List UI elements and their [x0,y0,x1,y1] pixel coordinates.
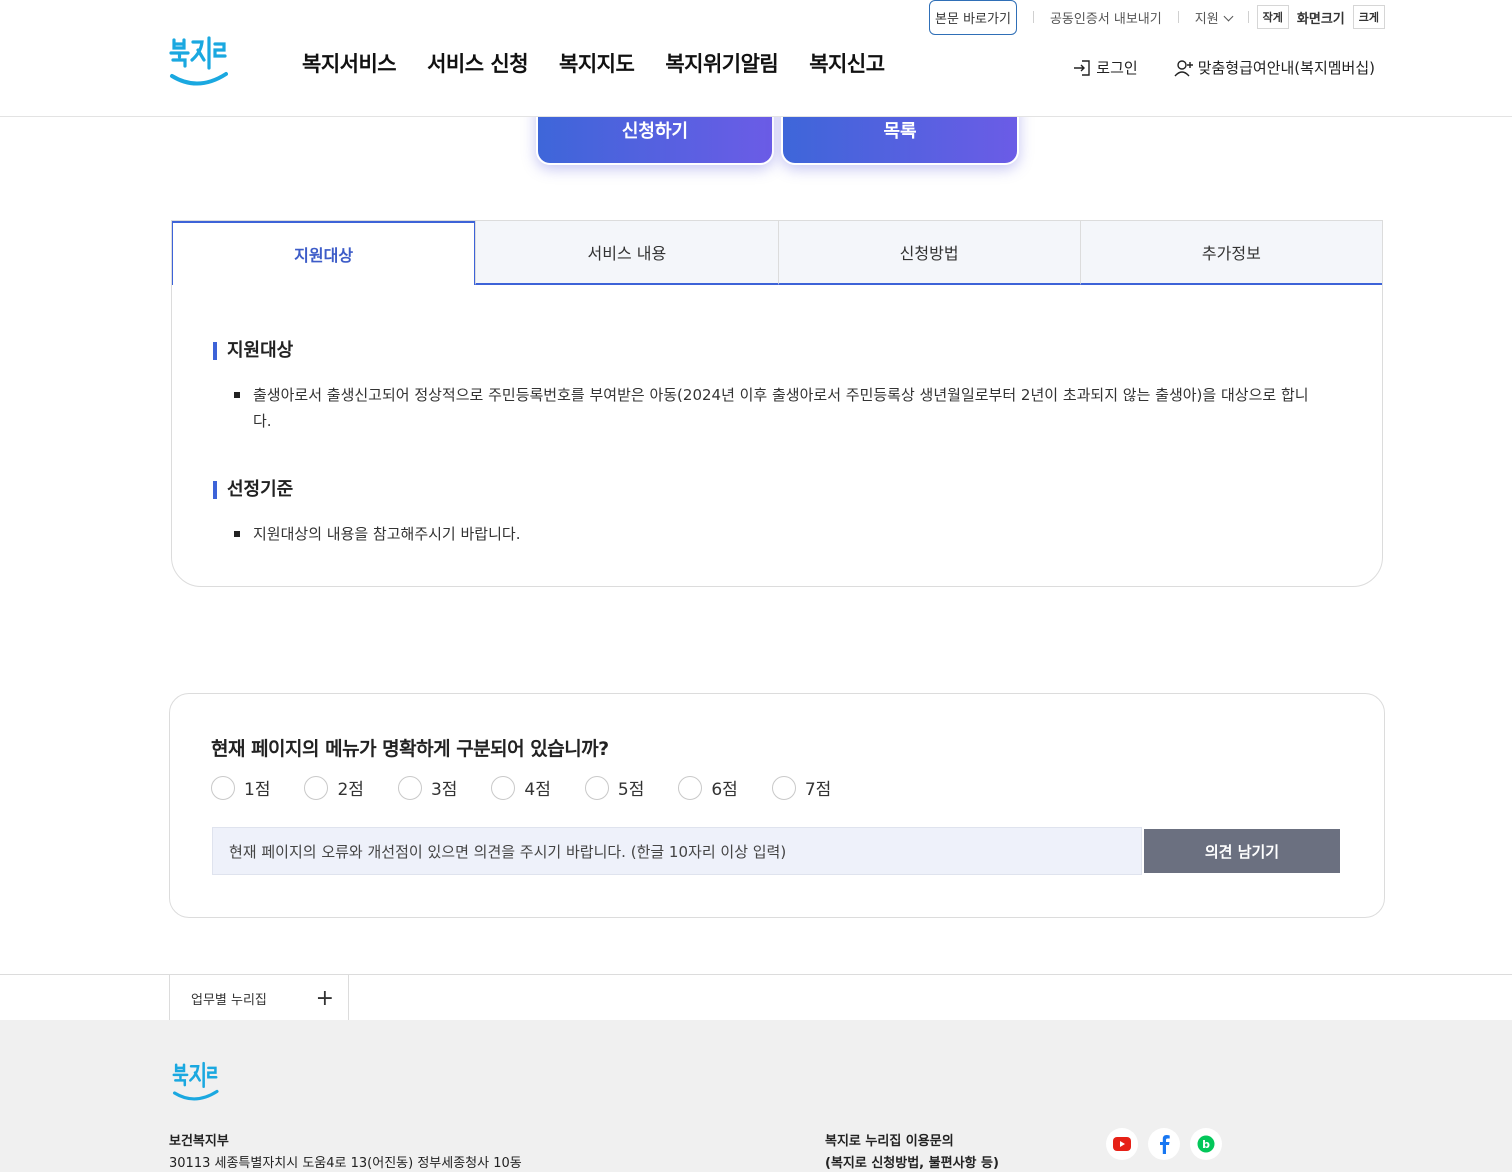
detail-tab-panel: 지원대상 서비스 내용 신청방법 추가정보 지원대상 출생아로서 출생신고되어 … [171,220,1383,587]
score-label: 6점 [711,780,738,800]
font-large-button[interactable]: 크게 [1352,5,1385,29]
radio-button[interactable] [304,775,329,800]
youtube-icon[interactable] [1106,1128,1138,1160]
skip-to-content-link[interactable]: 본문 바로가기 [929,0,1017,35]
font-small-button[interactable]: 작게 [1256,5,1289,29]
submit-opinion-button[interactable]: 의견 남기기 [1144,829,1340,873]
cert-export-link[interactable]: 공동인증서 내보내기 [1042,8,1170,27]
divider [1247,11,1249,23]
criteria-text: 지원대상의 내용을 참고해주시기 바랍니다. [234,521,1313,547]
membership-link[interactable]: 맞춤형급여안내(복지멤버십) [1174,57,1375,78]
related-sites-label: 업무별 누리집 [191,992,267,1008]
tab-service-content[interactable]: 서비스 내용 [475,221,778,285]
satisfaction-survey: 현재 페이지의 메뉴가 명확하게 구분되어 있습니까? 1점 2점 3점 4점 … [169,693,1385,918]
site-header: 본문 바로가기 공동인증서 내보내기 지원 작게 화면크기 크게 복지서비스 서… [0,0,1512,117]
opinion-input[interactable]: 현재 페이지의 오류와 개선점이 있으면 의견을 주시기 바랍니다. (한글 1… [212,827,1142,875]
support-dropdown[interactable]: 지원 [1187,8,1240,27]
org-name: 보건복지부 [169,1134,229,1149]
membership-label: 맞춤형급여안내(복지멤버십) [1197,59,1375,77]
tab-application-method[interactable]: 신청방법 [777,221,1080,285]
site-footer: 보건복지부 30113 세종특별자치시 도움4로 13(어진동) 정부세종청사 … [0,1020,1512,1172]
radio-button[interactable] [584,775,609,800]
header-account-area: 로그인 맞춤형급여안내(복지멤버십) [1072,57,1375,78]
radio-button[interactable] [397,775,422,800]
social-links: b [1106,1128,1222,1160]
score-option-3[interactable]: 3점 [397,775,458,800]
score-option-7[interactable]: 7점 [771,775,832,800]
score-label: 4점 [524,780,551,800]
login-link[interactable]: 로그인 [1072,57,1138,78]
score-label: 7점 [804,780,832,800]
utility-bar: 본문 바로가기 공동인증서 내보내기 지원 작게 화면크기 크게 [929,0,1385,35]
score-option-5[interactable]: 5점 [584,775,645,800]
related-sites-bar: 업무별 누리집 + [0,974,1512,1021]
section-title-eligibility: 지원대상 [213,342,293,360]
eligibility-text: 출생아로서 출생신고되어 정상적으로 주민등록번호를 부여받은 아동(2024년… [234,382,1313,434]
nav-service-application[interactable]: 서비스 신청 [427,48,528,78]
radio-button[interactable] [491,775,516,800]
blog-icon[interactable]: b [1190,1128,1222,1160]
svg-text:b: b [1202,1138,1210,1151]
support-label: 지원 [1194,11,1219,27]
radio-button[interactable] [678,775,703,800]
plus-icon: + [315,985,334,1011]
section-title-criteria: 선정기준 [213,481,293,499]
score-label: 3점 [430,780,458,800]
score-option-2[interactable]: 2점 [304,775,364,800]
radio-button[interactable] [211,775,235,800]
login-icon [1074,59,1090,76]
bokjiro-logo[interactable] [168,34,228,90]
nav-welfare-map[interactable]: 복지지도 [559,48,635,78]
radio-button[interactable] [771,775,796,800]
nav-welfare-report[interactable]: 복지신고 [809,48,885,78]
font-size-label: 화면크기 [1296,11,1345,27]
nav-welfare-crisis-alert[interactable]: 복지위기알림 [665,48,778,78]
divider [1032,11,1034,23]
tab-additional-info[interactable]: 추가정보 [1079,221,1382,285]
survey-question: 현재 페이지의 메뉴가 명확하게 구분되어 있습니까? [211,738,609,760]
facebook-icon[interactable] [1148,1128,1180,1160]
score-option-1[interactable]: 1점 [211,775,270,800]
user-add-icon [1174,59,1193,76]
score-option-6[interactable]: 6점 [678,775,738,800]
org-address: 30113 세종특별자치시 도움4로 13(어진동) 정부세종청사 10동 [169,1156,522,1171]
main-navigation: 복지서비스 서비스 신청 복지지도 복지위기알림 복지신고 [302,48,885,78]
score-label: 1점 [244,780,271,800]
login-label: 로그인 [1096,59,1138,77]
tab-list: 지원대상 서비스 내용 신청방법 추가정보 [172,221,1382,285]
score-option-4[interactable]: 4점 [491,775,551,800]
nav-welfare-services[interactable]: 복지서비스 [302,48,397,78]
divider [1177,11,1179,23]
chevron-down-icon [1223,11,1234,21]
related-sites-toggle[interactable]: 업무별 누리집 + [169,975,349,1021]
footer-logo [172,1061,219,1101]
score-options: 1점 2점 3점 4점 5점 6점 7점 [211,775,847,800]
inquiry-title: 복지로 누리집 이용문의 [825,1134,954,1149]
score-label: 2점 [337,780,364,800]
inquiry-subtitle: (복지로 신청방법, 불편사항 등) [825,1156,999,1171]
tab-eligibility[interactable]: 지원대상 [172,221,476,285]
score-label: 5점 [617,780,645,800]
